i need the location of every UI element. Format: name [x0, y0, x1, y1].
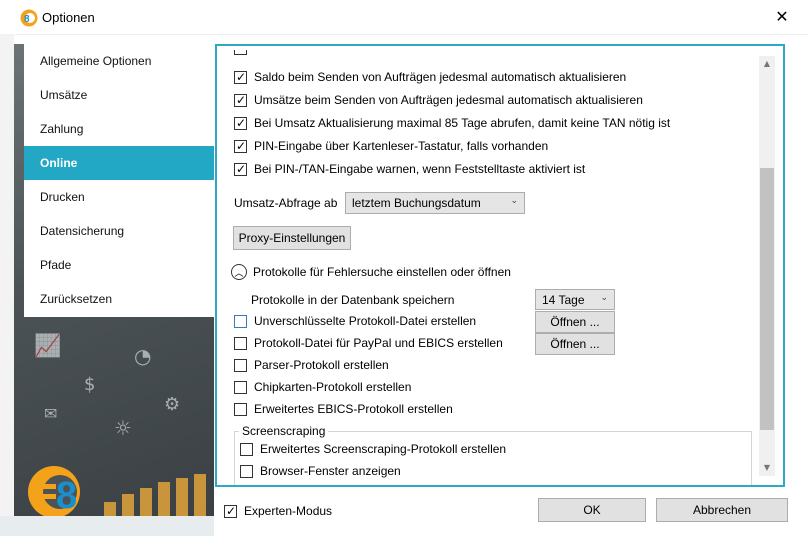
window-title: Optionen: [42, 10, 95, 25]
checkbox-label: Browser-Fenster anzeigen: [260, 464, 401, 478]
check-icon: ✓: [236, 69, 247, 84]
screenscraping-group-label: Screenscraping: [239, 424, 329, 438]
chalk-gear-icon: ⚙: [164, 394, 181, 415]
chalk-pie-icon: ◔: [134, 344, 152, 368]
umsatz-abfrage-select[interactable]: letztem Buchungsdatum ⌄: [345, 192, 525, 214]
checkbox-label: Bei Umsatz Aktualisierung maximal 85 Tag…: [254, 116, 671, 130]
checkbox[interactable]: [234, 314, 247, 328]
open-protocol-file-button[interactable]: Öffnen ...: [535, 311, 615, 333]
check-icon: ✓: [226, 503, 237, 518]
checkbox[interactable]: ✓: [234, 69, 247, 84]
checkbox[interactable]: [234, 380, 247, 394]
checkbox[interactable]: ✓: [234, 92, 247, 107]
window-left-edge: [0, 34, 14, 536]
nav-item-zuruecksetzen[interactable]: Zurücksetzen: [24, 282, 214, 316]
open-paypal-ebics-file-button[interactable]: Öffnen ...: [535, 333, 615, 355]
umsatz-abfrage-label: Umsatz-Abfrage ab: [234, 196, 338, 210]
nav-item-datensicherung[interactable]: Datensicherung: [24, 214, 214, 248]
check-icon: ✓: [236, 92, 247, 107]
chalk-mail-icon: ✉: [44, 404, 58, 423]
chevron-up-icon[interactable]: ▲: [759, 56, 775, 72]
bottom-strip: [0, 516, 214, 536]
scrollbar-thumb[interactable]: [760, 168, 774, 430]
checkbox-row[interactable]: Erweitertes Screenscraping-Protokoll ers…: [240, 440, 506, 458]
checkbox-row[interactable]: ✓ Bei PIN-/TAN-Eingabe warnen, wenn Fest…: [234, 160, 585, 178]
checkbox[interactable]: [234, 358, 247, 372]
select-value: 14 Tage: [542, 292, 585, 307]
checkbox-row[interactable]: ✓ PIN-Eingabe über Kartenleser-Tastatur,…: [234, 137, 548, 155]
svg-text:8: 8: [24, 14, 30, 25]
expert-mode-checkbox[interactable]: ✓: [224, 503, 237, 518]
chevron-down-icon: ⌄: [600, 293, 608, 303]
section-title: Protokolle für Fehlersuche einstellen od…: [253, 265, 511, 279]
coin-stacks: [104, 474, 214, 516]
protokolle-db-label: Protokolle in der Datenbank speichern: [251, 293, 455, 307]
close-button[interactable]: ✕: [766, 4, 798, 30]
chevron-down-icon[interactable]: ▼: [759, 460, 775, 476]
select-value: letztem Buchungsdatum: [352, 196, 481, 210]
nav-item-pfade[interactable]: Pfade: [24, 248, 214, 282]
expert-mode-label: Experten-Modus: [244, 504, 333, 518]
nav-item-drucken[interactable]: Drucken: [24, 180, 214, 214]
options-nav: Allgemeine Optionen Umsätze Zahlung Onli…: [24, 44, 214, 317]
app-logo-icon: 8: [20, 9, 38, 27]
checkbox-label: Protokoll-Datei für PayPal und EBICS ers…: [254, 336, 503, 350]
checkbox-label: Saldo beim Senden von Aufträgen jedesmal…: [254, 70, 627, 84]
chalk-chart-icon: 📈: [34, 334, 62, 359]
check-icon: ✓: [236, 138, 247, 153]
proxy-settings-button[interactable]: Proxy-Einstellungen: [233, 226, 351, 250]
checkbox-row[interactable]: ✓ Bei Umsatz Aktualisierung maximal 85 T…: [234, 114, 670, 132]
chevron-down-icon: ⌄: [510, 196, 518, 206]
checkbox[interactable]: [234, 402, 247, 416]
checkbox-label: Unverschlüsselte Protokoll-Datei erstell…: [254, 314, 477, 328]
nav-item-online[interactable]: Online: [24, 146, 214, 180]
chalk-dollar-icon: $: [84, 374, 96, 395]
checkbox-row[interactable]: Browser-Fenster anzeigen: [240, 462, 401, 480]
checkbox-row[interactable]: Parser-Protokoll erstellen: [234, 356, 389, 374]
checkbox[interactable]: [240, 442, 253, 456]
protokolle-db-select[interactable]: 14 Tage ⌄: [535, 289, 615, 310]
checkbox-label: Chipkarten-Protokoll erstellen: [254, 380, 412, 394]
protokolle-section-header[interactable]: ︿ Protokolle für Fehlersuche einstellen …: [231, 262, 511, 282]
checkbox-label: Parser-Protokoll erstellen: [254, 358, 389, 372]
clipped-checkbox: [234, 50, 247, 55]
brand-logo-icon: 8: [28, 466, 80, 516]
checkbox[interactable]: [234, 336, 247, 350]
nav-item-umsaetze[interactable]: Umsätze: [24, 78, 214, 112]
checkbox-row[interactable]: Erweitertes EBICS-Protokoll erstellen: [234, 400, 453, 418]
checkbox[interactable]: ✓: [234, 115, 247, 130]
close-icon: ✕: [775, 9, 789, 26]
checkbox-row[interactable]: Unverschlüsselte Protokoll-Datei erstell…: [234, 312, 476, 330]
checkbox-label: Erweitertes EBICS-Protokoll erstellen: [254, 402, 453, 416]
checkbox-label: PIN-Eingabe über Kartenleser-Tastatur, f…: [254, 139, 549, 153]
check-icon: ✓: [236, 161, 247, 176]
nav-item-zahlung[interactable]: Zahlung: [24, 112, 214, 146]
checkbox-row[interactable]: Chipkarten-Protokoll erstellen: [234, 378, 411, 396]
title-divider: [0, 34, 808, 35]
checkbox-label: Erweitertes Screenscraping-Protokoll ers…: [260, 442, 507, 456]
ok-button[interactable]: OK: [538, 498, 646, 522]
chalk-bulb-icon: ☼: [114, 416, 132, 440]
nav-item-allgemeine-optionen[interactable]: Allgemeine Optionen: [24, 44, 214, 78]
checkbox[interactable]: ✓: [234, 161, 247, 176]
checkbox-label: Bei PIN-/TAN-Eingabe warnen, wenn Festst…: [254, 162, 586, 176]
checkbox-label: Umsätze beim Senden von Aufträgen jedesm…: [254, 93, 643, 107]
cancel-button[interactable]: Abbrechen: [656, 498, 788, 522]
checkbox[interactable]: ✓: [234, 138, 247, 153]
checkbox-row[interactable]: Protokoll-Datei für PayPal und EBICS ers…: [234, 334, 503, 352]
checkbox[interactable]: [240, 464, 253, 478]
checkbox-row[interactable]: ✓ Saldo beim Senden von Aufträgen jedesm…: [234, 68, 626, 86]
title-bar: [0, 0, 808, 34]
expert-mode-row[interactable]: ✓ Experten-Modus: [224, 502, 332, 520]
svg-text:8: 8: [56, 475, 77, 516]
check-icon: ✓: [236, 115, 247, 130]
online-options-panel: ✓ Saldo beim Senden von Aufträgen jedesm…: [215, 44, 785, 487]
checkbox-row[interactable]: ✓ Umsätze beim Senden von Aufträgen jede…: [234, 91, 643, 109]
collapse-icon[interactable]: ︿: [231, 264, 247, 280]
